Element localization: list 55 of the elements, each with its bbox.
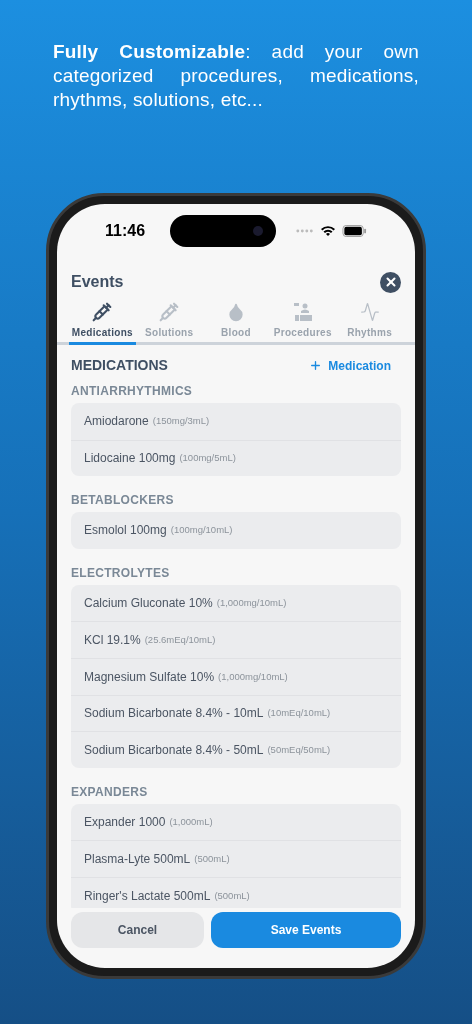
medication-name: Expander 1000 <box>84 814 166 832</box>
wifi-icon <box>320 225 336 237</box>
close-button[interactable] <box>380 271 401 293</box>
medication-dose: (25.6mEq/10mL) <box>144 633 216 648</box>
group-heading: BETABLOCKERS <box>71 492 175 510</box>
procedure-icon <box>292 302 313 322</box>
tab[interactable]: Medications <box>69 302 136 345</box>
medication-dose: (10mEq/10mL) <box>267 706 331 721</box>
medication-dose: (1,000mg/10mL) <box>218 669 288 684</box>
group-heading: ELECTROLYTES <box>71 564 171 582</box>
plus-icon <box>309 359 323 372</box>
syringe-icon <box>92 302 113 322</box>
drop-icon <box>226 302 246 322</box>
status-time: 11:46 <box>105 221 147 241</box>
medication-row[interactable]: Amiodarone (150mg/3mL) <box>71 403 401 440</box>
screen-title: Events <box>71 272 124 292</box>
medication-row[interactable]: Sodium Bicarbonate 8.4% - 10mL (10mEq/10mL) <box>71 694 401 732</box>
medication-row[interactable]: Calcium Gluconate 10% (1,000mg/10mL) <box>71 584 401 622</box>
medication-row[interactable]: Plasma-Lyte 500mL (500mL) <box>71 840 401 877</box>
medication-name: Amiodarone <box>84 413 149 431</box>
medication-dose: (150mg/3mL) <box>152 414 210 429</box>
medication-dose: (1,000mg/10mL) <box>216 595 287 610</box>
signal-icon <box>296 229 314 233</box>
medication-name: Sodium Bicarbonate 8.4% - 10mL <box>84 705 264 723</box>
medication-name: KCl 19.1% <box>84 632 141 650</box>
medication-row[interactable]: Expander 1000 (1,000mL) <box>71 803 401 841</box>
syringe-icon <box>159 302 180 322</box>
medication-row[interactable]: Sodium Bicarbonate 8.4% - 50mL (50mEq/50mL) <box>71 731 401 768</box>
medication-name: Magnesium Sulfate 10% <box>84 668 215 686</box>
section-title: MEDICATIONS <box>71 356 168 375</box>
medication-row[interactable]: Esmolol 100mg (100mg/10mL) <box>71 512 401 549</box>
headline: Fully Customizable: add your own categorized procedures, medications, rhythms, solutions, etc... <box>53 40 419 112</box>
medication-row[interactable]: KCl 19.1% (25.6mEq/10mL) <box>71 621 401 658</box>
save-events-button[interactable]: Save Events <box>211 912 401 948</box>
medication-name: Calcium Gluconate 10% <box>84 595 213 613</box>
battery-icon <box>342 225 367 237</box>
medication-name: Lidocaine 100mg <box>84 450 176 468</box>
medication-dose: (500mL) <box>194 852 230 866</box>
medication-name: Sodium Bicarbonate 8.4% - 50mL <box>84 741 264 759</box>
medication-dose: (100mg/5mL) <box>179 451 236 466</box>
cancel-button[interactable]: Cancel <box>71 912 204 948</box>
pulse-icon <box>359 302 380 322</box>
medication-row[interactable]: Magnesium Sulfate 10% (1,000mg/10mL) <box>71 657 401 695</box>
medication-dose: (100mg/10mL) <box>170 523 233 538</box>
group-heading: ANTIARRHYTHMICS <box>71 383 194 400</box>
medication-dose: (50mEq/50mL) <box>267 742 331 757</box>
medication-dose: (1,000mL) <box>169 814 213 829</box>
medication-name: Plasma-Lyte 500mL <box>84 851 191 869</box>
close-icon <box>383 275 398 289</box>
medication-name: Ringer's Lactate 500mL <box>84 887 211 905</box>
medication-row[interactable]: Lidocaine 100mg (100mg/5mL) <box>71 439 401 477</box>
group-heading: EXPANDERS <box>71 783 149 801</box>
medication-dose: (500mL) <box>214 888 250 903</box>
medication-name: Esmolol 100mg <box>84 522 167 540</box>
add-medication-button[interactable]: Medication <box>309 356 391 375</box>
